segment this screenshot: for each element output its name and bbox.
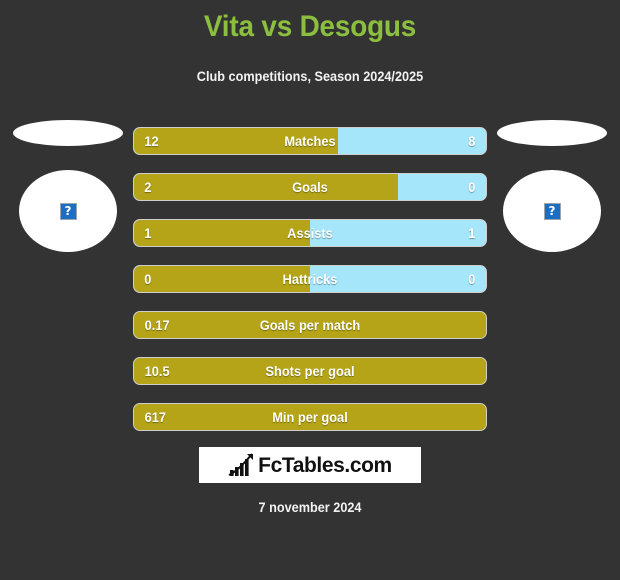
player-right-name-placeholder <box>497 120 607 146</box>
stat-label: Hattricks <box>282 271 338 287</box>
chart-date: 7 november 2024 <box>258 500 362 515</box>
stat-label: Shots per goal <box>265 363 355 379</box>
fctables-logo[interactable]: FcTables.com <box>199 447 421 483</box>
stat-row: 617 Min per goal <box>133 403 487 431</box>
stat-row: 10.5 Shots per goal <box>133 357 487 385</box>
player-left-name-placeholder <box>13 120 123 146</box>
stat-value-away: 1 <box>468 225 476 241</box>
player-right: ? <box>492 120 612 252</box>
stat-value-away: 0 <box>468 271 476 287</box>
broken-image-icon: ? <box>543 202 561 220</box>
stat-label: Goals <box>292 179 328 195</box>
page-title: Vita vs Desogus <box>203 10 417 43</box>
stat-bars: 12 Matches 8 2 Goals 0 1 Assists 1 0 Hattricks 0 0.1… <box>133 127 487 449</box>
stat-row: 12 Matches 8 <box>133 127 487 155</box>
stat-value-away: 8 <box>468 133 476 149</box>
broken-image-icon: ? <box>59 202 77 220</box>
player-left: ? <box>8 120 128 252</box>
chart-header: Vita vs Desogus Club competitions, Seaso… <box>0 0 620 86</box>
stat-value-away: 0 <box>468 179 476 195</box>
stat-label: Matches <box>284 133 336 149</box>
stat-row: 0 Hattricks 0 <box>133 265 487 293</box>
stat-row: 2 Goals 0 <box>133 173 487 201</box>
fctables-logo-text: FcTables.com <box>258 453 392 477</box>
stat-label: Min per goal <box>272 409 348 425</box>
stat-label: Assists <box>287 225 333 241</box>
stat-label: Goals per match <box>259 317 361 333</box>
page-subtitle: Club competitions, Season 2024/2025 <box>196 69 424 84</box>
bar-chart-growth-icon <box>228 453 254 476</box>
stat-row: 1 Assists 1 <box>133 219 487 247</box>
stat-row: 0.17 Goals per match <box>133 311 487 339</box>
player-right-avatar: ? <box>503 170 601 252</box>
player-left-avatar: ? <box>19 170 117 252</box>
